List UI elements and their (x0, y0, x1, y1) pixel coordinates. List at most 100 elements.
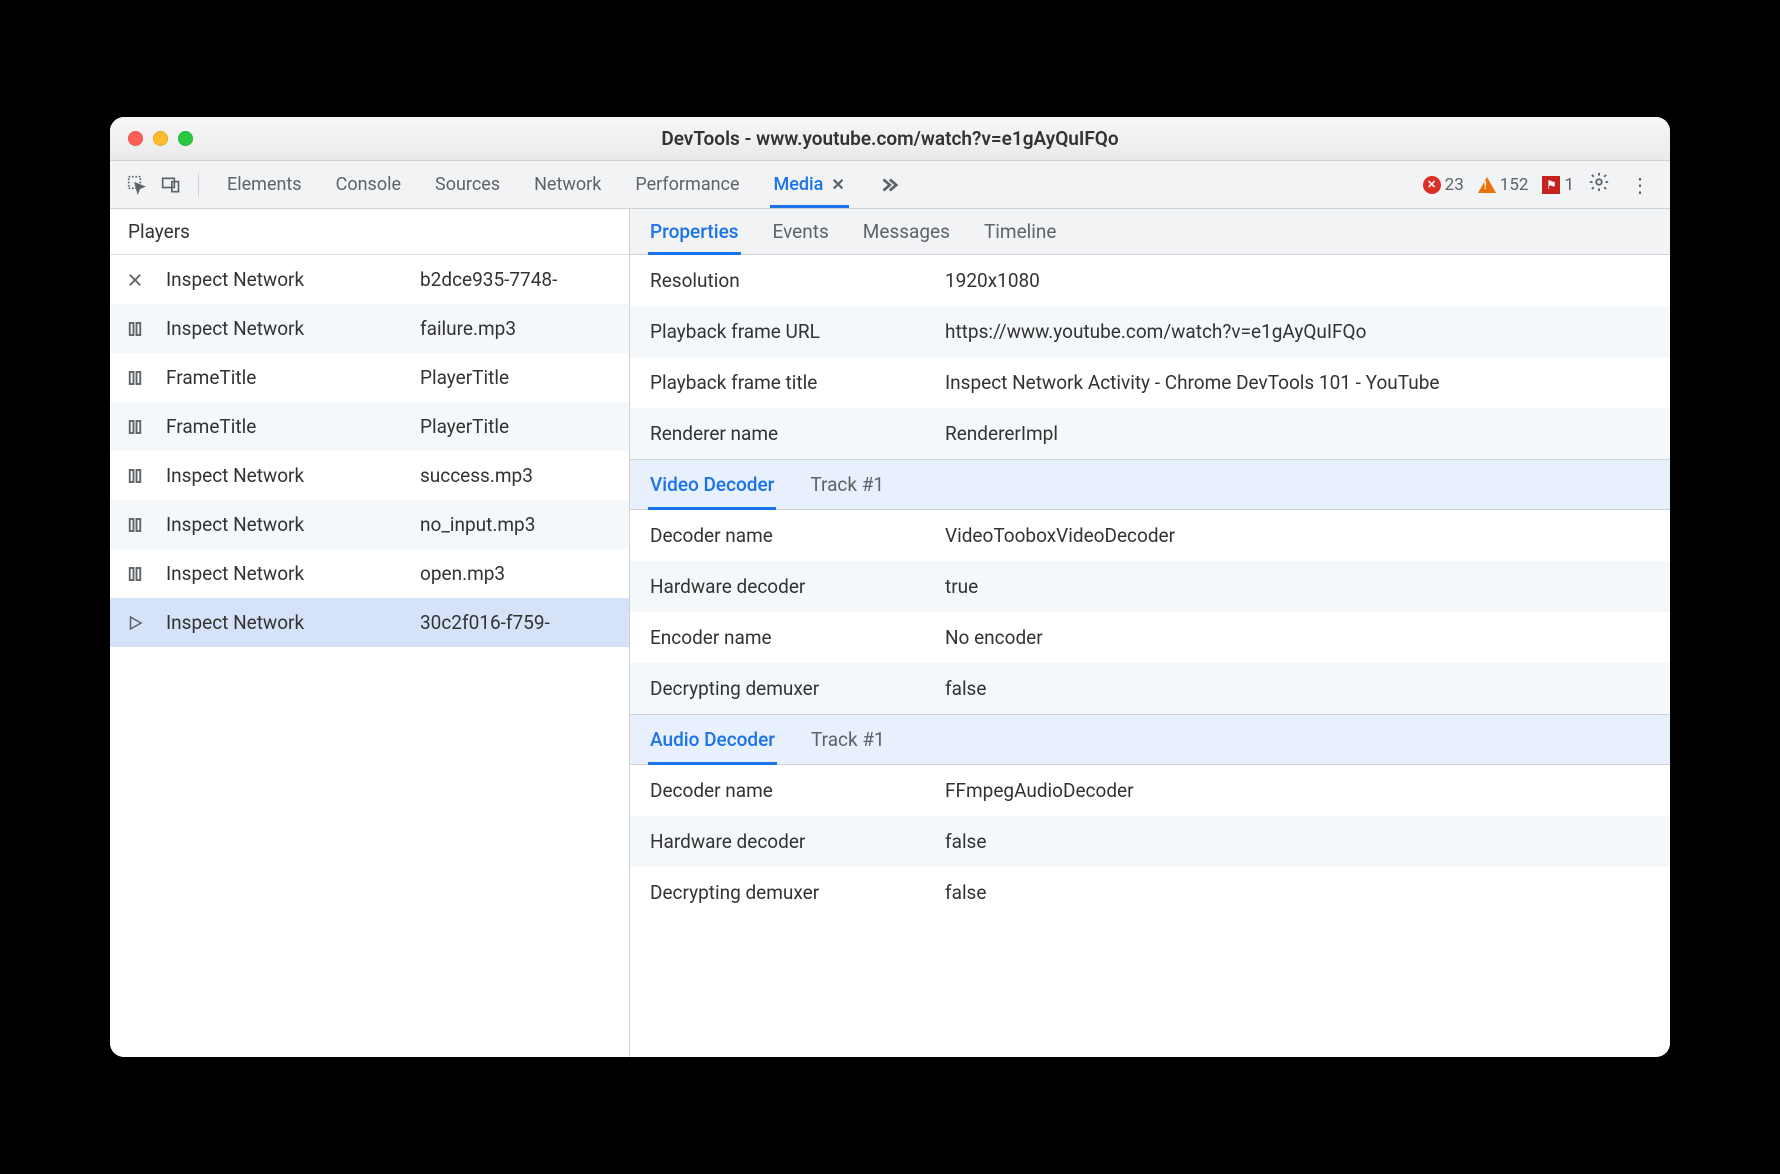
player-frame-title: Inspect Network (160, 513, 410, 536)
player-row[interactable]: Inspect Network30c2f016-f759- (110, 598, 629, 647)
tab-performance[interactable]: Performance (633, 174, 741, 195)
warning-icon (1478, 177, 1496, 193)
errors-badge[interactable]: 23 (1423, 175, 1464, 195)
errors-count: 23 (1445, 175, 1464, 195)
details-pane: Properties Events Messages Timeline Reso… (630, 209, 1670, 1057)
player-row[interactable]: FrameTitlePlayerTitle (110, 353, 629, 402)
property-key: Hardware decoder (650, 830, 945, 853)
settings-icon[interactable] (1588, 171, 1610, 198)
details-subtabs: Properties Events Messages Timeline (630, 209, 1670, 255)
property-value: Inspect Network Activity - Chrome DevToo… (945, 371, 1670, 394)
tab-media-label: Media (774, 174, 824, 195)
subtab-properties[interactable]: Properties (650, 220, 739, 243)
audio-track-tab[interactable]: Track #1 (811, 728, 885, 751)
property-key: Decrypting demuxer (650, 677, 945, 700)
player-frame-title: Inspect Network (160, 562, 410, 585)
error-icon (1423, 176, 1441, 194)
property-row: Renderer nameRendererImpl (630, 408, 1670, 459)
audio-decoder-tab[interactable]: Audio Decoder (650, 728, 775, 751)
property-row: Encoder nameNo encoder (630, 612, 1670, 663)
player-frame-title: Inspect Network (160, 268, 410, 291)
property-key: Decrypting demuxer (650, 881, 945, 904)
tab-network[interactable]: Network (532, 174, 603, 195)
panel-tabs: Elements Console Sources Network Perform… (225, 174, 899, 196)
issues-badge[interactable]: 1 (1542, 175, 1574, 195)
property-row: Decrypting demuxerfalse (630, 663, 1670, 714)
property-row: Hardware decodertrue (630, 561, 1670, 612)
x-icon (110, 271, 160, 289)
window-title: DevTools - www.youtube.com/watch?v=e1gAy… (110, 127, 1670, 150)
property-row: Decoder nameFFmpegAudioDecoder (630, 765, 1670, 816)
player-frame-title: FrameTitle (160, 415, 410, 438)
player-row[interactable]: Inspect Networkopen.mp3 (110, 549, 629, 598)
kebab-menu-icon[interactable]: ⋮ (1624, 173, 1656, 197)
subtab-timeline[interactable]: Timeline (984, 220, 1057, 243)
player-title: 30c2f016-f759- (410, 611, 629, 634)
device-toolbar-icon[interactable] (158, 175, 184, 195)
close-icon[interactable]: ✕ (831, 175, 844, 194)
players-header: Players (110, 209, 629, 255)
more-tabs-icon[interactable] (877, 174, 899, 196)
pause-icon (110, 418, 160, 436)
subtab-events[interactable]: Events (773, 220, 829, 243)
property-key: Renderer name (650, 422, 945, 445)
tab-elements[interactable]: Elements (225, 174, 304, 195)
pause-icon (110, 369, 160, 387)
player-frame-title: Inspect Network (160, 317, 410, 340)
pause-icon (110, 516, 160, 534)
video-track-tab[interactable]: Track #1 (810, 473, 884, 496)
video-properties: Decoder nameVideoTooboxVideoDecoderHardw… (630, 510, 1670, 714)
audio-decoder-section: Audio Decoder Track #1 (630, 714, 1670, 765)
pause-icon (110, 320, 160, 338)
property-value: RendererImpl (945, 422, 1670, 445)
player-row[interactable]: FrameTitlePlayerTitle (110, 402, 629, 451)
titlebar: DevTools - www.youtube.com/watch?v=e1gAy… (110, 117, 1670, 161)
audio-properties: Decoder nameFFmpegAudioDecoderHardware d… (630, 765, 1670, 918)
player-row[interactable]: Inspect Networkfailure.mp3 (110, 304, 629, 353)
main-toolbar: Elements Console Sources Network Perform… (110, 161, 1670, 209)
tab-media[interactable]: Media ✕ (772, 174, 847, 195)
property-value: No encoder (945, 626, 1670, 649)
video-decoder-section: Video Decoder Track #1 (630, 459, 1670, 510)
tab-console[interactable]: Console (334, 174, 403, 195)
flag-icon (1542, 176, 1560, 194)
property-value: false (945, 830, 1670, 853)
property-row: Decrypting demuxerfalse (630, 867, 1670, 918)
players-list: Inspect Networkb2dce935-7748-Inspect Net… (110, 255, 629, 1057)
pause-icon (110, 467, 160, 485)
player-title: PlayerTitle (410, 415, 629, 438)
property-value: FFmpegAudioDecoder (945, 779, 1670, 802)
player-row[interactable]: Inspect Networksuccess.mp3 (110, 451, 629, 500)
property-row: Playback frame titleInspect Network Acti… (630, 357, 1670, 408)
player-title: PlayerTitle (410, 366, 629, 389)
property-value: false (945, 881, 1670, 904)
property-value: 1920x1080 (945, 269, 1670, 292)
panel-body: Players Inspect Networkb2dce935-7748-Ins… (110, 209, 1670, 1057)
player-row[interactable]: Inspect Networkb2dce935-7748- (110, 255, 629, 304)
property-row: Decoder nameVideoTooboxVideoDecoder (630, 510, 1670, 561)
property-key: Hardware decoder (650, 575, 945, 598)
property-key: Playback frame URL (650, 320, 945, 343)
player-row[interactable]: Inspect Networkno_input.mp3 (110, 500, 629, 549)
player-title: no_input.mp3 (410, 513, 629, 536)
property-key: Encoder name (650, 626, 945, 649)
video-decoder-tab[interactable]: Video Decoder (650, 473, 774, 496)
player-title: b2dce935-7748- (410, 268, 629, 291)
property-key: Playback frame title (650, 371, 945, 394)
property-key: Decoder name (650, 524, 945, 547)
property-value: VideoTooboxVideoDecoder (945, 524, 1670, 547)
players-pane: Players Inspect Networkb2dce935-7748-Ins… (110, 209, 630, 1057)
player-title: failure.mp3 (410, 317, 629, 340)
warnings-badge[interactable]: 152 (1478, 175, 1529, 195)
property-row: Playback frame URLhttps://www.youtube.co… (630, 306, 1670, 357)
property-row: Hardware decoderfalse (630, 816, 1670, 867)
general-properties: Resolution1920x1080Playback frame URLhtt… (630, 255, 1670, 459)
player-frame-title: Inspect Network (160, 611, 410, 634)
property-value: https://www.youtube.com/watch?v=e1gAyQuI… (945, 320, 1670, 343)
property-value: true (945, 575, 1670, 598)
subtab-messages[interactable]: Messages (863, 220, 950, 243)
inspect-element-icon[interactable] (124, 175, 150, 195)
tab-sources[interactable]: Sources (433, 174, 502, 195)
toolbar-right: 23 152 1 ⋮ (1423, 171, 1656, 198)
play-icon (110, 614, 160, 632)
